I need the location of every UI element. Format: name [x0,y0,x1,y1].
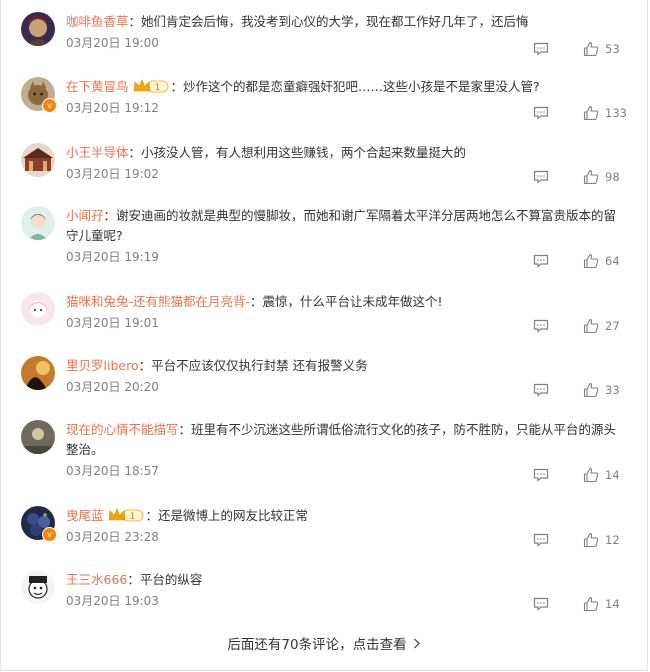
avatar[interactable] [21,12,55,46]
like-icon[interactable] [583,169,599,185]
username-link[interactable]: 小闻孖 [66,208,104,223]
avatar[interactable] [21,356,55,390]
comment-actions: 14 [533,595,627,613]
comment-actions: 133 [533,104,627,122]
more-comments-label: 后面还有70条评论，点击查看 [227,637,407,653]
crown-level: 1 [129,512,135,522]
comment-text: ：谢安迪画的妆就是典型的慢脚妆，而她和谢广军隔着太平洋分居两地怎么不算富贵版本的… [66,208,617,243]
like-count: 12 [605,533,620,547]
verified-badge: v [42,98,57,113]
comment-text: ：震惊，什么平台让未成年做这个! [250,294,443,309]
username-link[interactable]: 在下黄冒鸟 [66,79,129,94]
reply-icon[interactable] [533,106,549,120]
like-icon[interactable] [583,382,599,398]
like-icon[interactable] [583,532,599,548]
chevron-right-icon [413,637,421,653]
avatar[interactable] [21,206,55,240]
like-count: 53 [605,42,620,56]
like-icon[interactable] [583,253,599,269]
like-count: 64 [605,254,620,268]
like-count: 98 [605,170,620,184]
username-link[interactable]: 里贝罗libero [66,358,139,373]
comment-actions: 33 [533,381,627,399]
username-link[interactable]: 小王半导体 [66,145,129,160]
reply-icon[interactable] [533,254,549,268]
comment-text: ：平台的纵容 [127,572,203,587]
username-link[interactable]: 咖啡鱼香草 [66,14,129,29]
reply-icon[interactable] [533,170,549,184]
like-count: 14 [605,597,620,611]
comment-actions: 64 [533,252,627,270]
reply-icon[interactable] [533,533,549,547]
member-crown-icon: 1 [108,508,144,522]
comment-actions: 14 [533,466,627,484]
like-icon[interactable] [583,105,599,121]
comment-panel: 咖啡鱼香草：她们肯定会后悔，我没考到心仪的大学，现在都工作好几年了，还后悔 03… [0,0,648,671]
avatar[interactable] [21,420,55,454]
avatar[interactable] [21,292,55,326]
comment-text: ：还是微博上的网友比较正常 [145,508,309,523]
username-link[interactable]: 曳尾蓝 [66,508,104,523]
comment-actions: 27 [533,317,627,335]
reply-icon[interactable] [533,319,549,333]
like-count: 27 [605,319,620,333]
like-count: 133 [605,106,627,120]
reply-icon[interactable] [533,468,549,482]
like-icon[interactable] [583,318,599,334]
comment-actions: 12 [533,531,627,549]
verified-badge: v [42,527,57,542]
like-count: 14 [605,468,620,482]
reply-icon[interactable] [533,383,549,397]
comment-text: ：平台不应该仅仅执行封禁 还有报警义务 [138,358,368,373]
reply-icon[interactable] [533,597,549,611]
avatar[interactable] [21,570,55,604]
comment-text: ：炒作这个的都是恋童癖强奸犯吧……这些小孩是不是家里没人管? [170,79,540,94]
reply-icon[interactable] [533,42,549,56]
avatar[interactable] [21,143,55,177]
comment-text: ：小孩没人管，有人想利用这些赚钱，两个合起来数量挺大的 [128,145,467,160]
comment-actions: 53 [533,40,627,58]
like-count: 33 [605,383,620,397]
username-link[interactable]: 现在的心情不能描写 [66,422,179,437]
comment-text: ：她们肯定会后悔，我没考到心仪的大学，现在都工作好几年了，还后悔 [128,14,529,29]
crown-level: 1 [154,83,160,93]
comment-actions: 98 [533,168,627,186]
username-link[interactable]: 猫咪和兔兔-还有熊猫都在月亮背- [66,294,250,309]
username-link[interactable]: 王三水666 [66,572,127,587]
like-icon[interactable] [583,596,599,612]
like-icon[interactable] [583,41,599,57]
member-crown-icon: 1 [133,79,169,93]
like-icon[interactable] [583,467,599,483]
more-comments-link[interactable]: 后面还有70条评论，点击查看 [1,633,647,653]
